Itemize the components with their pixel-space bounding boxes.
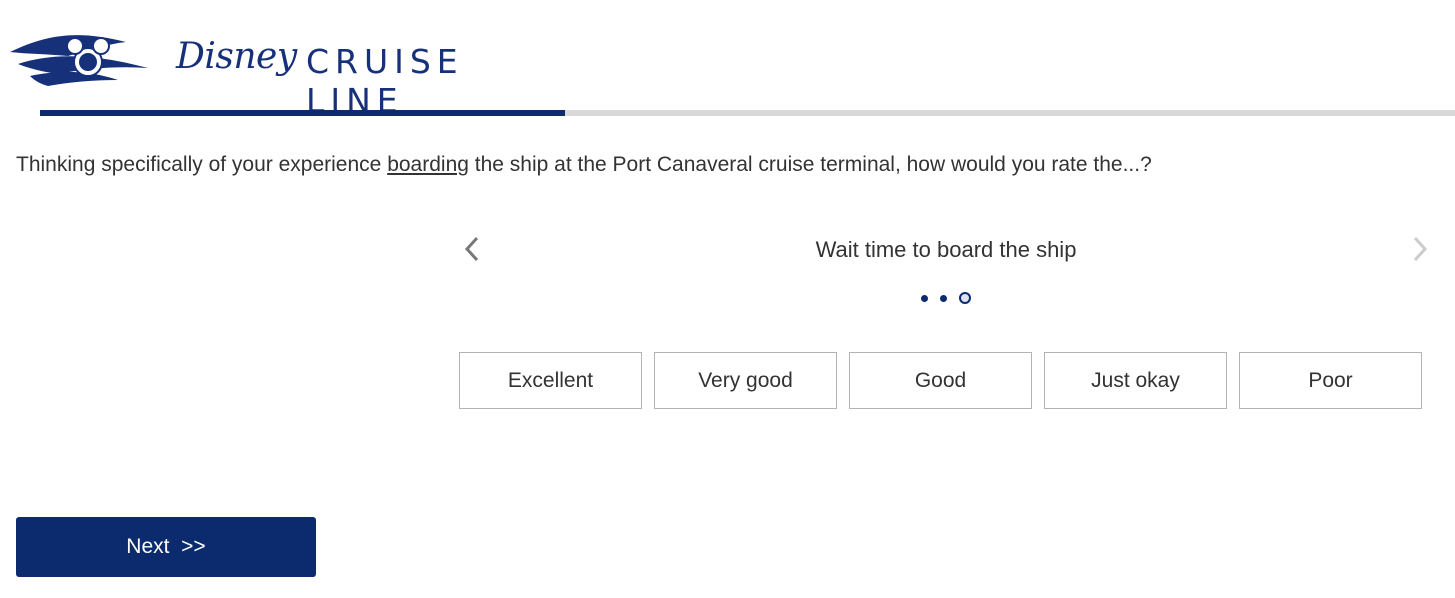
chevron-right-icon (1413, 236, 1428, 262)
question-text-end: the ship at the Port Canaveral cruise te… (468, 153, 1152, 176)
question-text-start: Thinking specifically of your experience (16, 153, 388, 176)
question-emphasis: boarding (387, 153, 469, 176)
rating-option-very-good[interactable]: Very good (654, 352, 837, 409)
logo-disney-wordmark: Disney (176, 36, 297, 77)
next-button[interactable]: Next >> (16, 517, 316, 577)
statement-carousel: Wait time to board the ship (458, 222, 1434, 322)
header: Disney CRUISE LINE (0, 0, 1455, 120)
disney-cruise-line-logo: Disney CRUISE LINE (8, 24, 508, 120)
rating-option-poor[interactable]: Poor (1239, 352, 1422, 409)
carousel-dot[interactable] (921, 294, 928, 302)
logo-cruise-line-wordmark: CRUISE LINE (306, 42, 464, 120)
carousel-item-label: Wait time to board the ship (815, 237, 1077, 262)
carousel-dot[interactable] (959, 292, 971, 304)
rating-options: Excellent Very good Good Just okay Poor (459, 352, 1422, 409)
survey-progress-fill (40, 110, 565, 116)
rating-option-just-okay[interactable]: Just okay (1044, 352, 1227, 409)
question-text: Thinking specifically of your experience… (16, 153, 1436, 177)
carousel-pagination-dots (458, 292, 1434, 304)
rating-option-excellent[interactable]: Excellent (459, 352, 642, 409)
carousel-next-button[interactable] (1406, 232, 1434, 266)
carousel-dot[interactable] (940, 294, 947, 302)
rating-option-good[interactable]: Good (849, 352, 1032, 409)
mickey-flag-logo-icon (10, 35, 148, 86)
survey-progress-bar (40, 110, 1455, 116)
survey-page: Disney CRUISE LINE Thinking specifically… (0, 0, 1455, 598)
